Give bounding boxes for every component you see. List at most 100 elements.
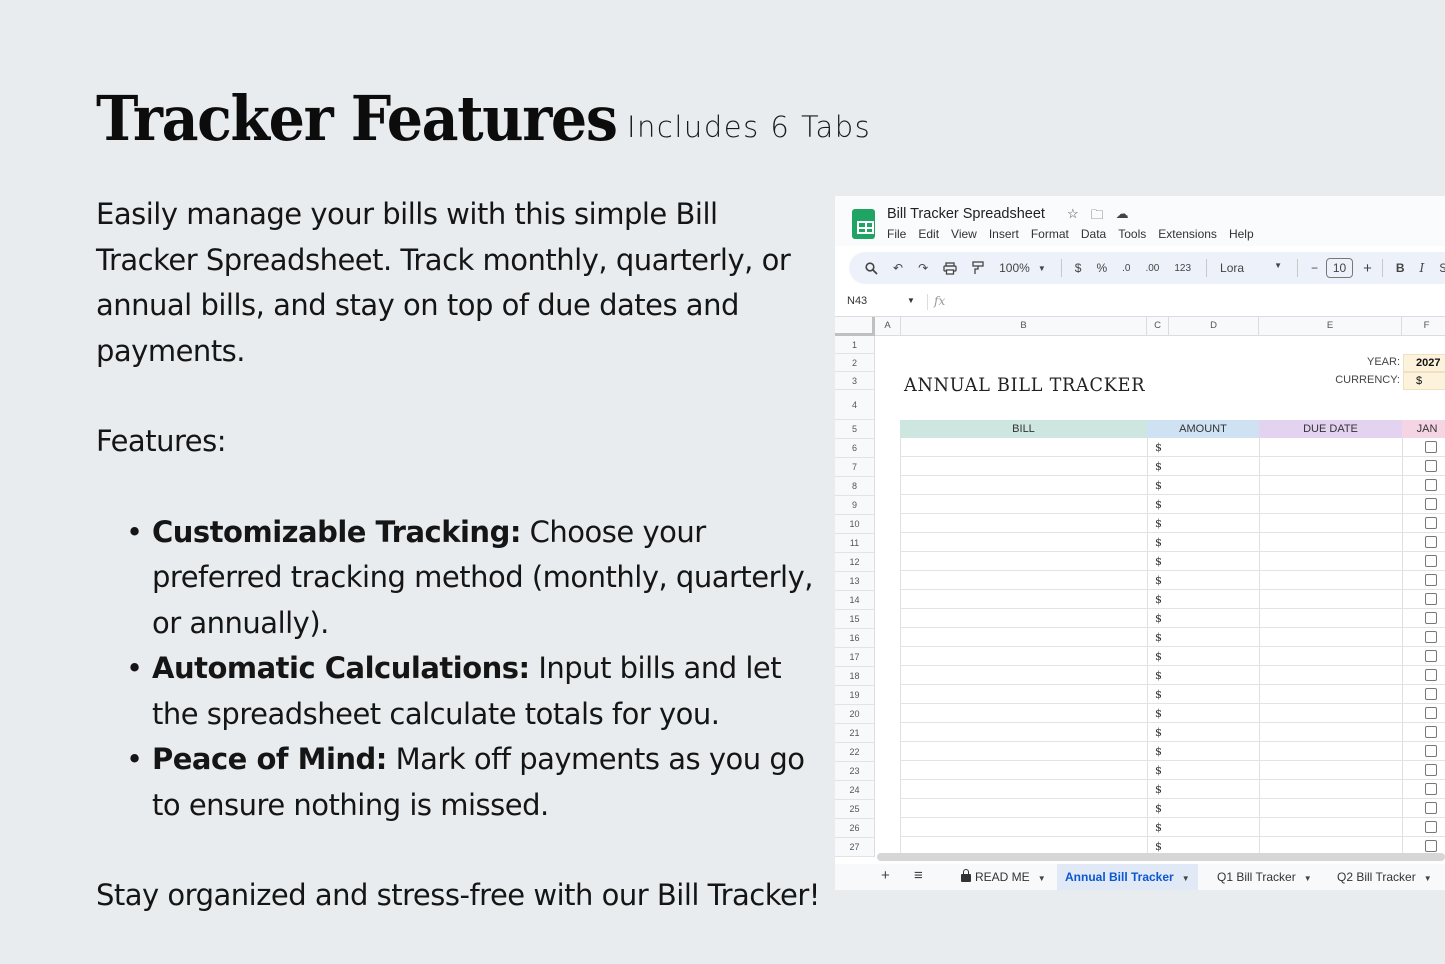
amount-cell[interactable]: $ bbox=[1155, 631, 1162, 644]
column-header[interactable]: D bbox=[1169, 317, 1259, 336]
paid-checkbox[interactable] bbox=[1425, 707, 1437, 719]
sheets-logo-icon[interactable] bbox=[852, 209, 875, 239]
table-header-amount[interactable]: AMOUNT bbox=[1147, 420, 1259, 438]
paid-checkbox[interactable] bbox=[1425, 517, 1437, 529]
chevron-down-icon[interactable]: ▼ bbox=[1304, 874, 1312, 883]
table-row[interactable]: $ bbox=[900, 742, 1445, 761]
increase-decimal-button[interactable]: .00 bbox=[1145, 263, 1159, 274]
menu-edit[interactable]: Edit bbox=[918, 227, 939, 241]
amount-cell[interactable]: $ bbox=[1155, 536, 1162, 549]
amount-cell[interactable]: $ bbox=[1155, 612, 1162, 625]
amount-cell[interactable]: $ bbox=[1155, 650, 1162, 663]
currency-format-button[interactable]: $ bbox=[1075, 261, 1082, 275]
column-header[interactable]: A bbox=[875, 317, 901, 336]
name-box[interactable]: N43 bbox=[847, 295, 867, 307]
move-folder-icon[interactable]: 🗀 bbox=[1091, 206, 1104, 228]
row-header[interactable]: 15 bbox=[835, 610, 875, 629]
amount-cell[interactable]: $ bbox=[1155, 669, 1162, 682]
row-header[interactable]: 13 bbox=[835, 572, 875, 591]
table-row[interactable]: $ bbox=[900, 799, 1445, 818]
paid-checkbox[interactable] bbox=[1425, 574, 1437, 586]
row-header[interactable]: 21 bbox=[835, 724, 875, 743]
paid-checkbox[interactable] bbox=[1425, 593, 1437, 605]
amount-cell[interactable]: $ bbox=[1155, 574, 1162, 587]
paid-checkbox[interactable] bbox=[1425, 726, 1437, 738]
paid-checkbox[interactable] bbox=[1425, 764, 1437, 776]
sheet-tab-q2-bill-tracker[interactable]: Q2 Bill Tracker ▼ bbox=[1329, 864, 1440, 890]
font-select[interactable]: Lora ▼ bbox=[1220, 261, 1282, 275]
year-cell[interactable]: 2027 bbox=[1403, 354, 1445, 372]
menu-data[interactable]: Data bbox=[1081, 227, 1106, 241]
menu-tools[interactable]: Tools bbox=[1118, 227, 1146, 241]
paid-checkbox[interactable] bbox=[1425, 536, 1437, 548]
amount-cell[interactable]: $ bbox=[1155, 441, 1162, 454]
table-row[interactable]: $ bbox=[900, 723, 1445, 742]
row-header[interactable]: 8 bbox=[835, 477, 875, 496]
zoom-select[interactable]: 100% ▼ bbox=[999, 261, 1046, 275]
row-header[interactable]: 10 bbox=[835, 515, 875, 534]
table-row[interactable]: $ bbox=[900, 780, 1445, 799]
currency-cell[interactable]: $ bbox=[1403, 372, 1445, 390]
tracker-title[interactable]: ANNUAL BILL TRACKER bbox=[904, 375, 1145, 396]
paid-checkbox[interactable] bbox=[1425, 821, 1437, 833]
amount-cell[interactable]: $ bbox=[1155, 802, 1162, 815]
row-header[interactable]: 1 bbox=[835, 336, 875, 354]
row-header[interactable]: 26 bbox=[835, 819, 875, 838]
row-header[interactable]: 9 bbox=[835, 496, 875, 515]
paid-checkbox[interactable] bbox=[1425, 650, 1437, 662]
table-header-jan[interactable]: JAN bbox=[1402, 420, 1445, 438]
row-header[interactable]: 25 bbox=[835, 800, 875, 819]
amount-cell[interactable]: $ bbox=[1155, 821, 1162, 834]
table-header-due-date[interactable]: DUE DATE bbox=[1259, 420, 1402, 438]
font-size-increase-button[interactable]: + bbox=[1363, 260, 1372, 277]
row-header[interactable]: 6 bbox=[835, 439, 875, 458]
column-header[interactable]: C bbox=[1147, 317, 1169, 336]
table-row[interactable]: $ bbox=[900, 438, 1445, 457]
font-size-input[interactable]: 10 bbox=[1326, 258, 1354, 278]
table-row[interactable]: $ bbox=[900, 571, 1445, 590]
chevron-down-icon[interactable]: ▼ bbox=[1038, 874, 1046, 883]
row-header[interactable]: 23 bbox=[835, 762, 875, 781]
table-row[interactable]: $ bbox=[900, 552, 1445, 571]
star-icon[interactable]: ☆ bbox=[1067, 206, 1079, 228]
amount-cell[interactable]: $ bbox=[1155, 479, 1162, 492]
amount-cell[interactable]: $ bbox=[1155, 593, 1162, 606]
undo-icon[interactable]: ↶ bbox=[893, 261, 903, 275]
row-header[interactable]: 16 bbox=[835, 629, 875, 648]
paid-checkbox[interactable] bbox=[1425, 555, 1437, 567]
column-header[interactable]: F bbox=[1402, 317, 1445, 336]
row-header[interactable]: 19 bbox=[835, 686, 875, 705]
row-header[interactable]: 5 bbox=[835, 420, 875, 439]
amount-cell[interactable]: $ bbox=[1155, 707, 1162, 720]
paid-checkbox[interactable] bbox=[1425, 783, 1437, 795]
all-sheets-icon[interactable]: ≡ bbox=[914, 867, 923, 884]
search-icon[interactable] bbox=[865, 261, 878, 275]
paint-format-icon[interactable] bbox=[972, 261, 984, 275]
redo-icon[interactable]: ↷ bbox=[918, 261, 928, 275]
amount-cell[interactable]: $ bbox=[1155, 555, 1162, 568]
menu-extensions[interactable]: Extensions bbox=[1158, 227, 1217, 241]
table-row[interactable]: $ bbox=[900, 761, 1445, 780]
table-row[interactable]: $ bbox=[900, 628, 1445, 647]
table-row[interactable]: $ bbox=[900, 590, 1445, 609]
table-row[interactable]: $ bbox=[900, 609, 1445, 628]
row-header[interactable]: 11 bbox=[835, 534, 875, 553]
table-row[interactable]: $ bbox=[900, 685, 1445, 704]
cell-grid[interactable]: ANNUAL BILL TRACKER YEAR: 2027 CURRENCY:… bbox=[835, 316, 1445, 857]
table-row[interactable]: $ bbox=[900, 476, 1445, 495]
row-header[interactable]: 27 bbox=[835, 838, 875, 857]
chevron-down-icon[interactable]: ▼ bbox=[1424, 874, 1432, 883]
sheet-tab-q1-bill-tracker[interactable]: Q1 Bill Tracker ▼ bbox=[1209, 864, 1320, 890]
row-header[interactable]: 14 bbox=[835, 591, 875, 610]
bold-button[interactable]: B bbox=[1396, 261, 1405, 275]
paid-checkbox[interactable] bbox=[1425, 745, 1437, 757]
font-size-decrease-button[interactable]: − bbox=[1311, 261, 1318, 275]
amount-cell[interactable]: $ bbox=[1155, 517, 1162, 530]
row-header[interactable]: 3 bbox=[835, 372, 875, 390]
table-row[interactable]: $ bbox=[900, 457, 1445, 476]
amount-cell[interactable]: $ bbox=[1155, 726, 1162, 739]
menu-format[interactable]: Format bbox=[1031, 227, 1069, 241]
amount-cell[interactable]: $ bbox=[1155, 498, 1162, 511]
paid-checkbox[interactable] bbox=[1425, 479, 1437, 491]
paid-checkbox[interactable] bbox=[1425, 688, 1437, 700]
